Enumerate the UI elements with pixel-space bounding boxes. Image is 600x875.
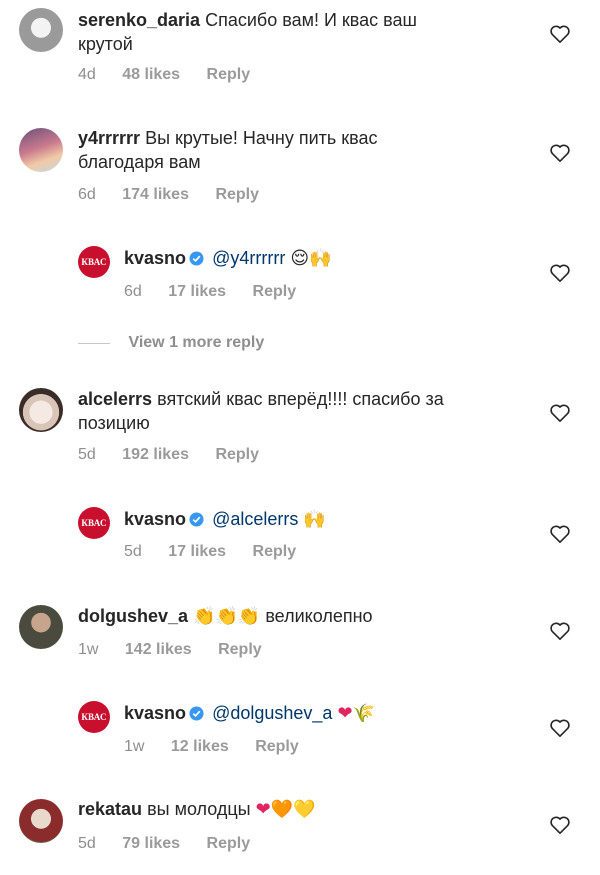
comment-age: 1w: [124, 738, 145, 755]
heart-outline-icon[interactable]: [549, 24, 571, 44]
comment-body: Вы крутые! Начну пить квас: [145, 128, 378, 148]
reply-button[interactable]: Reply: [207, 66, 251, 83]
heart-outline-icon[interactable]: [549, 403, 571, 423]
avatar[interactable]: [19, 605, 63, 649]
likes-count[interactable]: 17 likes: [168, 283, 226, 300]
avatar[interactable]: [19, 799, 63, 843]
emoji: 🙌: [303, 509, 326, 530]
comment-body-cont: позицию: [78, 413, 150, 433]
kvasno-logo[interactable]: КВАС: [78, 701, 110, 733]
comment-text: y4rrrrrr Вы крутые! Начну пить квас благ…: [78, 126, 378, 174]
comment-age: 6d: [78, 186, 96, 203]
reply-button[interactable]: Reply: [215, 446, 259, 463]
heart-outline-icon[interactable]: [549, 718, 571, 738]
emoji: 😌🙌: [290, 248, 332, 269]
kvasno-logo[interactable]: КВАС: [78, 507, 110, 539]
comment-text: kvasno @dolgushev_a ❤🌾: [124, 701, 375, 726]
username[interactable]: alcelerrs: [78, 389, 152, 409]
comment-age: 1w: [78, 641, 99, 658]
comment-meta: 6d 17 likes Reply: [124, 282, 318, 302]
comment-text: dolgushev_a 👏👏👏 великолепно: [78, 604, 373, 629]
comment-text: kvasno @alcelerrs 🙌: [124, 507, 326, 532]
likes-count[interactable]: 17 likes: [168, 543, 226, 560]
username[interactable]: kvasno: [124, 248, 186, 268]
heart-outline-icon[interactable]: [549, 143, 571, 163]
avatar[interactable]: [19, 388, 63, 432]
kvasno-logo[interactable]: КВАС: [78, 246, 110, 278]
heart-outline-icon[interactable]: [549, 815, 571, 835]
comment-meta: 6d 174 likes Reply: [78, 185, 281, 205]
username[interactable]: rekatau: [78, 799, 142, 819]
likes-count[interactable]: 79 likes: [122, 835, 180, 852]
likes-count[interactable]: 12 likes: [171, 738, 229, 755]
heart-outline-icon[interactable]: [549, 524, 571, 544]
reply-button[interactable]: Reply: [255, 738, 299, 755]
username[interactable]: kvasno: [124, 509, 186, 529]
comment-age: 5d: [78, 835, 96, 852]
likes-count[interactable]: 192 likes: [122, 446, 189, 463]
mention-link[interactable]: @alcelerrs: [212, 509, 298, 529]
username[interactable]: kvasno: [124, 703, 186, 723]
likes-count[interactable]: 48 likes: [122, 66, 180, 83]
verified-badge-icon: [189, 706, 204, 721]
comment-text: rekatau вы молодцы ❤🧡💛: [78, 797, 316, 822]
comment-meta: 5d 79 likes Reply: [78, 834, 272, 854]
comment-body: великолепно: [265, 606, 373, 626]
emoji: ❤🌾: [337, 703, 375, 724]
view-more-label[interactable]: View 1 more reply: [128, 334, 264, 351]
comment-body-cont: благодаря вам: [78, 152, 201, 172]
comment-age: 5d: [78, 446, 96, 463]
divider: [78, 342, 110, 344]
comment-body: вятский квас вперёд!!!! спасибо за: [157, 389, 444, 409]
username[interactable]: serenko_daria: [78, 10, 200, 30]
mention-link[interactable]: @dolgushev_a: [212, 703, 332, 723]
reply-button[interactable]: Reply: [207, 835, 251, 852]
comment-age: 4d: [78, 66, 96, 83]
avatar[interactable]: [19, 8, 63, 52]
comment-text: kvasno @y4rrrrrr 😌🙌: [124, 246, 332, 271]
comment-meta: 5d 192 likes Reply: [78, 445, 281, 465]
reply-button[interactable]: Reply: [253, 283, 297, 300]
emoji: ❤🧡💛: [255, 799, 316, 820]
comment-age: 6d: [124, 283, 142, 300]
heart-outline-icon[interactable]: [549, 263, 571, 283]
comment-meta: 4d 48 likes Reply: [78, 65, 272, 85]
comment-meta: 1w 142 likes Reply: [78, 640, 284, 660]
verified-badge-icon: [189, 251, 204, 266]
view-more-replies[interactable]: View 1 more reply: [78, 334, 264, 356]
likes-count[interactable]: 174 likes: [122, 186, 189, 203]
username[interactable]: y4rrrrrr: [78, 128, 140, 148]
comment-text: serenko_daria Спасибо вам! И квас ваш кр…: [78, 8, 417, 56]
reply-button[interactable]: Reply: [215, 186, 259, 203]
comment-body-cont: крутой: [78, 34, 133, 54]
comment-meta: 1w 12 likes Reply: [124, 737, 321, 757]
comment-age: 5d: [124, 543, 142, 560]
reply-button[interactable]: Reply: [253, 543, 297, 560]
username[interactable]: dolgushev_a: [78, 606, 188, 626]
likes-count[interactable]: 142 likes: [125, 641, 192, 658]
comment-body: Спасибо вам! И квас ваш: [205, 10, 417, 30]
comment-body: вы молодцы: [147, 799, 251, 819]
heart-outline-icon[interactable]: [549, 621, 571, 641]
mention-link[interactable]: @y4rrrrrr: [212, 248, 285, 268]
emoji: 👏👏👏: [193, 606, 261, 627]
avatar[interactable]: [19, 128, 63, 172]
comment-meta: 5d 17 likes Reply: [124, 542, 318, 562]
verified-badge-icon: [189, 512, 204, 527]
comment-text: alcelerrs вятский квас вперёд!!!! спасиб…: [78, 387, 444, 435]
reply-button[interactable]: Reply: [218, 641, 262, 658]
